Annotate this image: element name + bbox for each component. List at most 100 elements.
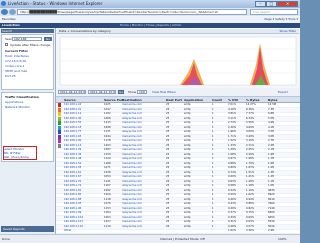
table-cell-src[interactable]: 192.168.1.85 bbox=[64, 193, 81, 197]
table-cell-src[interactable]: 192.168.1.93 bbox=[64, 202, 81, 206]
zoom-level[interactable]: 100% bbox=[278, 237, 287, 241]
table-cell-dst[interactable]: mail.acme.com bbox=[122, 193, 142, 197]
table-cell-dst[interactable]: relay.acme.com bbox=[122, 130, 142, 134]
table-cell-dst[interactable]: mail.acme.com bbox=[122, 162, 142, 166]
favorites-button[interactable]: Favorites bbox=[2, 17, 16, 21]
table-cell-src[interactable]: 192.168.1.58 bbox=[64, 166, 81, 170]
view-filters-link[interactable]: View flow filters bbox=[152, 90, 176, 94]
update-checkbox[interactable] bbox=[5, 43, 8, 46]
table-cell-src[interactable]: 192.168.1.24 bbox=[64, 103, 81, 107]
table-cell-dst[interactable]: mail.acme.com bbox=[122, 121, 142, 125]
col-header[interactable]: Count bbox=[212, 98, 222, 102]
col-header[interactable]: Source bbox=[64, 98, 76, 102]
highlight-item[interactable]: Mail: (Everybody) bbox=[3, 155, 29, 159]
table-cell-src[interactable]: 192.168.1.18 bbox=[64, 126, 81, 130]
show-filter-link[interactable]: Show Filter bbox=[280, 29, 296, 34]
table-cell-dst[interactable]: relay.acme.com bbox=[122, 211, 142, 215]
rows-select[interactable]: 100 bbox=[137, 90, 147, 94]
table-cell-app: smtp bbox=[184, 130, 191, 133]
table-cell-dst[interactable]: relay.acme.com bbox=[122, 112, 142, 116]
app-tabs[interactable]: Home | Monitor | Flows | Reports | Admin bbox=[120, 23, 181, 27]
saved-reports-header[interactable]: Saved Reports bbox=[1, 226, 54, 232]
to-date-input[interactable]: 2011-04-12 15:00 bbox=[88, 90, 116, 94]
table-cell-dst[interactable]: relay.acme.com bbox=[122, 198, 142, 202]
filter-item[interactable]: SMTP and mail bbox=[5, 69, 27, 73]
table-cell-dst[interactable]: mail.acme.com bbox=[122, 126, 142, 130]
filter-item[interactable]: Host: Interfaces bbox=[5, 54, 29, 58]
table-cell-src[interactable]: 192.168.1.52 bbox=[64, 162, 81, 166]
col-header[interactable]: Dest Port bbox=[166, 98, 182, 102]
apply-button[interactable]: Go bbox=[118, 90, 125, 94]
search-input[interactable]: Live Search bbox=[250, 9, 298, 15]
filter-item[interactable]: router-core-1 bbox=[5, 64, 25, 68]
filter-item[interactable]: Port 25 bbox=[5, 74, 16, 78]
table-cell-bytes: 714K bbox=[268, 206, 275, 210]
maximize-button[interactable]: □ bbox=[266, 1, 277, 7]
filter-item[interactable]: 172.16.0.0/16 bbox=[5, 59, 26, 63]
table-cell-src[interactable]: 192.168.1.55 bbox=[64, 121, 81, 125]
forward-arrow-icon[interactable] bbox=[9, 9, 16, 15]
from-date-input[interactable]: 2011-04-12 09:00 bbox=[58, 90, 86, 94]
sidebar-search-field[interactable]: 192.168 bbox=[12, 37, 42, 41]
back-arrow-icon[interactable] bbox=[1, 9, 8, 15]
table-cell-dst[interactable]: mail.acme.com bbox=[122, 180, 142, 184]
other-item[interactable]: Traffic Classification bbox=[5, 95, 39, 99]
export-link[interactable]: Export bbox=[278, 90, 288, 94]
table-cell-src[interactable]: 192.168.1.29 bbox=[64, 148, 81, 152]
table-cell-dst[interactable]: mail.acme.com bbox=[122, 202, 142, 206]
minimize-button[interactable]: – bbox=[255, 1, 266, 7]
table-cell-src[interactable]: 192.168.1.36 bbox=[64, 153, 81, 157]
table-cell-dst[interactable]: mail.acme.com bbox=[122, 139, 142, 143]
table-cell-dst[interactable]: mail.acme.com bbox=[122, 220, 142, 224]
series-swatch bbox=[58, 112, 61, 116]
table-cell-dst[interactable]: relay.acme.com bbox=[122, 171, 142, 175]
table-cell-src[interactable]: 192.168.1.107 bbox=[64, 220, 83, 224]
col-header[interactable]: Destination bbox=[122, 98, 142, 102]
col-header[interactable]: % Bytes bbox=[246, 98, 260, 102]
table-cell-src[interactable]: 192.168.1.31 bbox=[64, 108, 81, 112]
table-cell-dst[interactable]: relay.acme.com bbox=[122, 225, 142, 229]
address-input[interactable]: http://████████████/flows/page/flowanaly… bbox=[17, 9, 247, 15]
table-cell-dst[interactable]: mail.acme.com bbox=[122, 189, 142, 193]
table-cell-src[interactable]: 192.168.1.110 bbox=[64, 225, 83, 229]
table-cell-src[interactable]: 192.168.1.99 bbox=[64, 211, 81, 215]
table-cell-src[interactable]: 192.168.1.40 bbox=[64, 117, 81, 121]
table-cell-src[interactable]: 192.168.1.90 bbox=[64, 139, 81, 143]
table-cell-dst[interactable]: mail.acme.com bbox=[122, 148, 142, 152]
col-header[interactable]: Source Port bbox=[104, 98, 124, 102]
table-cell-dst[interactable]: mail.acme.com bbox=[122, 216, 142, 220]
table-cell-src[interactable]: 192.168.1.61 bbox=[64, 171, 81, 175]
table-cell-dst[interactable]: mail.acme.com bbox=[122, 207, 142, 211]
table-cell-dst[interactable]: relay.acme.com bbox=[122, 184, 142, 188]
other-item[interactable]: Network Monitor bbox=[5, 105, 30, 109]
go-button[interactable]: Go bbox=[44, 37, 52, 41]
command-bar[interactable]: Page ▾ Safety ▾ Tools ▾ bbox=[264, 17, 298, 21]
table-cell-src[interactable]: 192.168.1.12 bbox=[64, 112, 81, 116]
table-cell-src[interactable]: 192.168.1.74 bbox=[64, 184, 81, 188]
table-cell-src[interactable]: 192.168.1.70 bbox=[64, 180, 81, 184]
table-cell-dst[interactable]: mail.acme.com bbox=[122, 175, 142, 179]
table-cell-src[interactable]: 192.168.1.63 bbox=[64, 135, 81, 139]
table-cell-dst[interactable]: relay.acme.com bbox=[122, 144, 142, 148]
table-cell-src[interactable]: 192.168.1.103 bbox=[64, 216, 83, 220]
table-cell-dst[interactable]: mail.acme.com bbox=[122, 103, 142, 107]
table-cell-dst[interactable]: mail.acme.com bbox=[122, 153, 142, 157]
table-cell-dst[interactable]: relay.acme.com bbox=[122, 157, 142, 161]
close-button[interactable]: ✕ bbox=[277, 1, 298, 7]
table-cell-src[interactable]: 192.168.1.67 bbox=[64, 175, 81, 179]
table-cell-src[interactable]: Other bbox=[64, 229, 71, 233]
col-header[interactable]: % Util bbox=[228, 98, 238, 102]
table-cell-src[interactable]: 192.168.1.96 bbox=[64, 207, 81, 211]
table-cell-dst[interactable]: mail.acme.com bbox=[122, 108, 142, 112]
table-cell-src[interactable]: 192.168.1.88 bbox=[64, 198, 81, 202]
table-cell-dst[interactable]: mail.acme.com bbox=[122, 166, 142, 170]
table-cell-src[interactable]: 192.168.1.48 bbox=[64, 157, 81, 161]
other-item[interactable]: Applications bbox=[5, 100, 23, 104]
col-header[interactable]: Application bbox=[184, 98, 203, 102]
table-cell-src[interactable]: 192.168.1.77 bbox=[64, 130, 81, 134]
table-cell-dst[interactable]: mail.acme.com bbox=[122, 135, 142, 139]
table-cell-src[interactable]: 192.168.1.14 bbox=[64, 144, 81, 148]
table-cell-src[interactable]: 192.168.1.81 bbox=[64, 189, 81, 193]
col-header[interactable]: Bytes bbox=[268, 98, 278, 102]
table-cell-dst[interactable]: relay.acme.com bbox=[122, 117, 142, 121]
